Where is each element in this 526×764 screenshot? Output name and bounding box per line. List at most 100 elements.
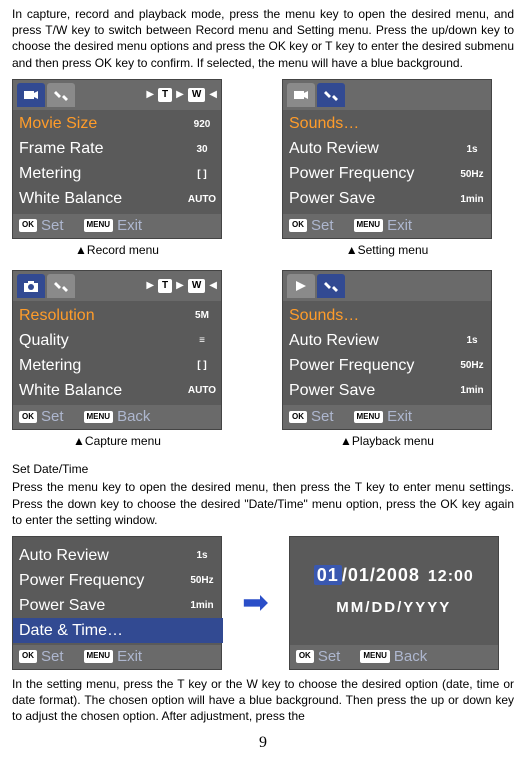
date-rest: /01/2008 <box>342 565 420 585</box>
menu-badge[interactable]: MENU <box>360 650 390 663</box>
menu-badge[interactable]: MENU <box>84 650 114 663</box>
date-month-field[interactable]: 01 <box>314 565 342 585</box>
setting-menu-col: Sounds… Auto Review1s Power Frequency50H… <box>282 79 492 266</box>
menu-item-value: [ ] <box>187 168 217 182</box>
ok-badge[interactable]: OK <box>19 219 37 232</box>
capture-menu-col: ▶ T ▶ W ◀ Resolution5M Quality≡ Metering… <box>12 270 222 457</box>
tab-settings[interactable] <box>47 274 75 298</box>
exit-label: Exit <box>117 647 142 667</box>
ok-badge[interactable]: OK <box>296 650 314 663</box>
menu-item-label: Power Frequency <box>19 570 144 592</box>
menu-item-metering[interactable]: Metering [ ] <box>19 162 217 187</box>
ok-badge[interactable]: OK <box>289 219 307 232</box>
capture-menu-screen: ▶ T ▶ W ◀ Resolution5M Quality≡ Metering… <box>12 270 222 430</box>
back-label: Back <box>394 647 427 667</box>
ok-badge[interactable]: OK <box>19 650 37 663</box>
menu-item-auto-review[interactable]: Auto Review1s <box>289 137 487 162</box>
menu-item-quality[interactable]: Quality≡ <box>19 328 217 353</box>
date-time-field[interactable]: 12:00 <box>428 568 474 585</box>
tab-video[interactable] <box>17 83 45 107</box>
tab-playback[interactable] <box>287 274 315 298</box>
ok-badge[interactable]: OK <box>289 411 307 424</box>
setting-menu-caption: ▲Setting menu <box>346 242 429 258</box>
menu-item-auto-review[interactable]: Auto Review1s <box>19 543 217 568</box>
menu-item-value: 50Hz <box>457 359 487 373</box>
menu-row-2: ▶ T ▶ W ◀ Resolution5M Quality≡ Metering… <box>12 270 514 457</box>
intro-text: In capture, record and playback mode, pr… <box>12 6 514 71</box>
record-menu-caption: ▲Record menu <box>75 242 159 258</box>
tab-strip: ▶ T ▶ W ◀ <box>13 80 221 110</box>
menu-badge[interactable]: MENU <box>84 219 114 232</box>
set-date-time-para: Press the menu key to open the desired m… <box>12 479 514 528</box>
menu-item-power-save[interactable]: Power Save1min <box>289 378 487 403</box>
exit-label: Exit <box>387 407 412 427</box>
ok-badge[interactable]: OK <box>19 411 37 424</box>
menu-item-power-frequency[interactable]: Power Frequency50Hz <box>19 568 217 593</box>
menu-item-value: 1s <box>457 143 487 157</box>
menu-item-value: 1s <box>457 334 487 348</box>
date-format-field[interactable]: MM/DD/YYYY <box>336 598 451 618</box>
menu-item-frame-rate[interactable]: Frame Rate30 <box>19 137 217 162</box>
menu-badge[interactable]: MENU <box>354 411 384 424</box>
t-button[interactable]: T <box>158 88 172 102</box>
menu-item-power-save[interactable]: Power Save1min <box>19 593 217 618</box>
menu-item-value: AUTO <box>187 193 217 207</box>
menu-item-power-frequency[interactable]: Power Frequency50Hz <box>289 162 487 187</box>
tab-settings[interactable] <box>317 274 345 298</box>
wrench-icon <box>53 88 69 102</box>
video-camera-icon <box>293 88 309 102</box>
w-button[interactable]: W <box>188 88 205 102</box>
footer-strip: OK Set MENU Exit <box>13 214 221 238</box>
footer-strip: OK Set MENU Exit <box>283 214 491 238</box>
footer-strip: OK Set MENU Back <box>13 405 221 429</box>
wrench-icon <box>323 279 339 293</box>
arrow-right-icon: ➡ <box>242 581 269 624</box>
set-label: Set <box>311 407 334 427</box>
tab-video[interactable] <box>287 83 315 107</box>
w-button[interactable]: W <box>188 279 205 293</box>
menu-item-sounds[interactable]: Sounds… <box>289 112 487 137</box>
menu-item-movie-size[interactable]: Movie Size920 <box>19 112 217 137</box>
datetime-menu-screen: Auto Review1s Power Frequency50Hz Power … <box>12 536 222 670</box>
menu-item-label: Power Save <box>289 188 375 210</box>
tab-settings[interactable] <box>317 83 345 107</box>
menu-item-value: 920 <box>187 118 217 132</box>
menu-item-date-time[interactable]: Date & Time… <box>13 618 223 643</box>
camera-icon <box>23 279 39 293</box>
menu-item-white-balance[interactable]: White BalanceAUTO <box>19 378 217 403</box>
back-label: Back <box>117 407 150 427</box>
playback-menu-caption: ▲Playback menu <box>340 433 434 449</box>
menu-badge[interactable]: MENU <box>84 411 114 424</box>
menu-item-sounds[interactable]: Sounds… <box>289 303 487 328</box>
menu-item-value: 30 <box>187 143 217 157</box>
tab-capture[interactable] <box>17 274 45 298</box>
set-label: Set <box>318 647 341 667</box>
menu-item-label: Resolution <box>19 305 95 327</box>
t-button[interactable]: T <box>158 279 172 293</box>
menu-item-metering[interactable]: Metering[ ] <box>19 353 217 378</box>
setting-menu-screen: Sounds… Auto Review1s Power Frequency50H… <box>282 79 492 239</box>
menu-item-power-save[interactable]: Power Save1min <box>289 187 487 212</box>
closing-text: In the setting menu, press the T key or … <box>12 676 514 725</box>
menu-item-auto-review[interactable]: Auto Review1s <box>289 328 487 353</box>
tw-group: ▶ T ▶ W ◀ <box>146 279 217 293</box>
menu-item-white-balance[interactable]: White BalanceAUTO <box>19 187 217 212</box>
menu-body: Sounds… Auto Review1s Power Frequency 50H… <box>283 301 491 405</box>
menu-item-resolution[interactable]: Resolution5M <box>19 303 217 328</box>
menu-body: Movie Size920 Frame Rate30 Metering [ ] W… <box>13 110 221 214</box>
wrench-icon <box>323 88 339 102</box>
exit-label: Exit <box>387 216 412 236</box>
set-label: Set <box>41 216 64 236</box>
menu-item-power-frequency[interactable]: Power Frequency 50Hz <box>289 353 487 378</box>
menu-badge[interactable]: MENU <box>354 219 384 232</box>
tab-settings[interactable] <box>47 83 75 107</box>
menu-item-label: Metering <box>19 163 81 185</box>
set-label: Set <box>41 647 64 667</box>
footer-strip: OK Set MENU Exit <box>283 405 491 429</box>
wrench-icon <box>53 279 69 293</box>
menu-item-label: Date & Time… <box>19 620 123 642</box>
menu-item-label: Power Frequency <box>289 355 414 377</box>
menu-item-label: Auto Review <box>19 545 109 567</box>
menu-item-value: ≡ <box>187 334 217 348</box>
tri-left-icon: ◀ <box>209 279 217 293</box>
